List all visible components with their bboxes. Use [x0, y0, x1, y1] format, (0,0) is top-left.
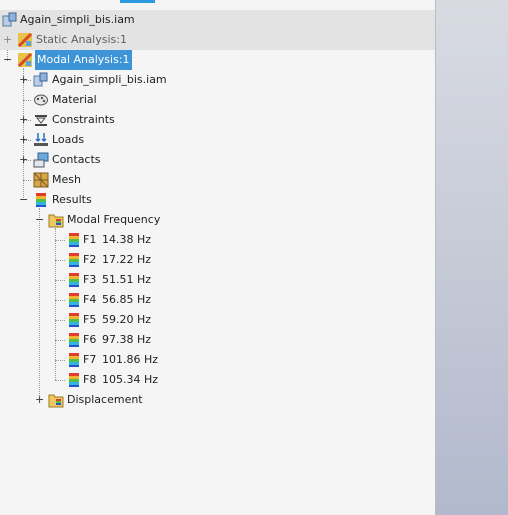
- results-icon: [66, 292, 82, 308]
- expand-toggle-icon[interactable]: +: [19, 114, 28, 125]
- active-tab-indicator: [120, 0, 155, 3]
- analysis-icon: [17, 32, 33, 48]
- expand-toggle-icon[interactable]: +: [35, 394, 44, 405]
- expand-toggle-icon[interactable]: +: [19, 154, 28, 165]
- tree-node-label: Constraints: [52, 113, 115, 126]
- frequency-value: 101.86 Hz: [102, 353, 159, 366]
- frequency-name: F8: [83, 373, 97, 386]
- results-icon: [33, 192, 49, 208]
- expand-toggle-icon[interactable]: +: [3, 34, 12, 45]
- results-icon: [66, 252, 82, 268]
- tree-connector: [55, 228, 56, 380]
- results-icon: [66, 372, 82, 388]
- collapse-toggle-icon[interactable]: −: [35, 214, 44, 225]
- tree-node-label: Static Analysis:1: [36, 33, 127, 46]
- frequency-name: F6: [83, 333, 97, 346]
- frequency-value: 97.38 Hz: [102, 333, 152, 346]
- browser-tab-strip: [0, 0, 435, 9]
- tree-node-label: Displacement: [67, 393, 143, 406]
- tree-node-label: Material: [52, 93, 97, 106]
- frequency-name: F3: [83, 273, 97, 286]
- folder-results-icon: [48, 212, 64, 228]
- tree-node-label: Mesh: [52, 173, 81, 186]
- frequency-value: 59.20 Hz: [102, 313, 152, 326]
- collapse-toggle-icon[interactable]: −: [3, 54, 12, 65]
- collapse-toggle-icon[interactable]: −: [19, 194, 28, 205]
- frequency-name: F5: [83, 313, 97, 326]
- tree-node-label: Again_simpli_bis.iam: [52, 73, 167, 86]
- constraints-icon: [33, 112, 49, 128]
- contacts-icon: [33, 152, 49, 168]
- results-icon: [66, 272, 82, 288]
- tree-connector: [55, 380, 65, 381]
- tree-connector: [55, 340, 65, 341]
- tree-node-label: Modal Frequency: [67, 213, 161, 226]
- tree-connector: [55, 240, 65, 241]
- tree-node-label: Again_simpli_bis.iam: [20, 13, 135, 26]
- frequency-name: F1: [83, 233, 97, 246]
- frequency-name: F4: [83, 293, 97, 306]
- expand-toggle-icon[interactable]: +: [19, 74, 28, 85]
- tree-connector: [55, 320, 65, 321]
- tree-connector: [55, 360, 65, 361]
- tree-node-label: Results: [52, 193, 92, 206]
- tree-connector: [55, 260, 65, 261]
- loads-icon: [33, 132, 49, 148]
- frequency-value: 105.34 Hz: [102, 373, 159, 386]
- frequency-value: 17.22 Hz: [102, 253, 152, 266]
- tree-connector: [23, 180, 31, 181]
- browser-panel: Again_simpli_bis.iam + Static Analysis:1…: [0, 0, 435, 515]
- tree-connector: [39, 208, 40, 400]
- mesh-icon: [33, 172, 49, 188]
- tree-node-label: Loads: [52, 133, 85, 146]
- frequency-value: 51.51 Hz: [102, 273, 152, 286]
- results-icon: [66, 332, 82, 348]
- tree-connector: [55, 300, 65, 301]
- frequency-name: F7: [83, 353, 97, 366]
- results-icon: [66, 232, 82, 248]
- material-icon: [33, 92, 49, 108]
- assembly-icon: [33, 72, 49, 88]
- tree-connector: [55, 280, 65, 281]
- results-icon: [66, 312, 82, 328]
- folder-results-icon: [48, 392, 64, 408]
- frequency-value: 56.85 Hz: [102, 293, 152, 306]
- analysis-icon: [17, 52, 33, 68]
- assembly-icon: [2, 12, 18, 28]
- tree-node-label: Modal Analysis:1: [35, 50, 132, 70]
- results-icon: [66, 352, 82, 368]
- frequency-name: F2: [83, 253, 97, 266]
- tree-connector: [23, 100, 31, 101]
- graphics-viewport[interactable]: [435, 0, 508, 515]
- expand-toggle-icon[interactable]: +: [19, 134, 28, 145]
- tree-node-label: Contacts: [52, 153, 101, 166]
- frequency-value: 14.38 Hz: [102, 233, 152, 246]
